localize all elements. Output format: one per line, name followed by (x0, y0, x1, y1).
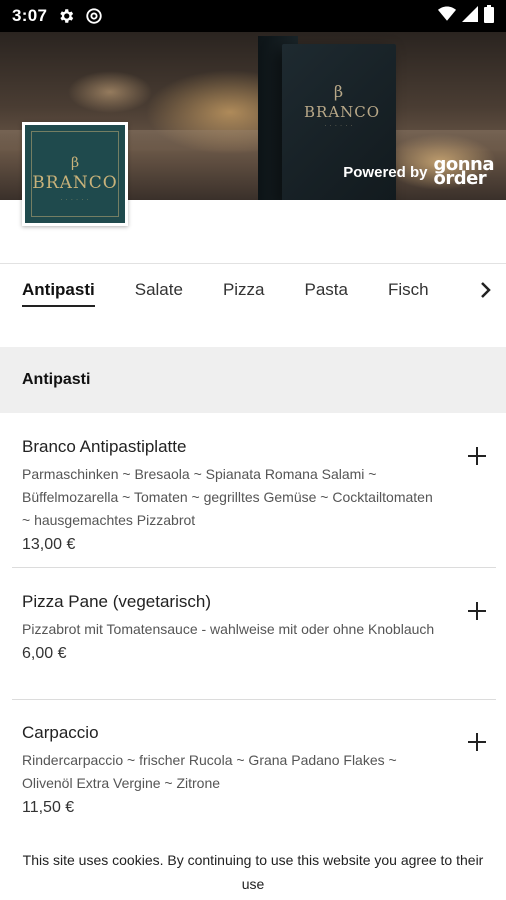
signal-icon (462, 5, 478, 27)
section-header: Antipasti (0, 347, 506, 413)
menu-item[interactable]: Carpaccio Rindercarpaccio ~ frischer Ruc… (12, 723, 496, 823)
add-icon[interactable] (466, 445, 488, 467)
tab-pasta[interactable]: Pasta (305, 280, 348, 304)
item-title: Branco Antipastiplatte (22, 437, 187, 456)
status-indicators (438, 4, 494, 28)
battery-icon (484, 4, 494, 28)
status-bar: 3:07 (0, 0, 506, 32)
item-price: 6,00 € (22, 645, 67, 662)
add-icon[interactable] (466, 600, 488, 622)
item-price: 11,50 € (22, 799, 75, 816)
chevron-right-icon[interactable] (476, 278, 496, 302)
item-description: Pizzabrot mit Tomatensauce - wahlweise m… (22, 621, 435, 637)
powered-by-text: Powered by (343, 163, 428, 181)
add-icon[interactable] (466, 731, 488, 753)
item-price: 13,00 € (22, 536, 76, 553)
menu-item[interactable]: Pizza Pane (vegetarisch) Pizzabrot mit T… (12, 592, 496, 700)
category-tabs: Antipasti Salate Pizza Pasta Fisch (0, 263, 506, 319)
tab-antipasti[interactable]: Antipasti (22, 280, 95, 307)
tab-fisch[interactable]: Fisch (388, 280, 429, 304)
cookie-banner[interactable]: This site uses cookies. By continuing to… (0, 844, 506, 900)
item-description: Rindercarpaccio ~ frischer Rucola ~ Gran… (22, 752, 397, 791)
menu-card-logo: β BRANCO · · · · · · (304, 82, 381, 129)
item-title: Pizza Pane (vegetarisch) (22, 592, 211, 611)
tab-pizza[interactable]: Pizza (223, 280, 265, 304)
status-time: 3:07 (12, 6, 48, 25)
gonnaorder-logo: gonna order (433, 154, 494, 189)
wifi-icon (438, 6, 456, 27)
restaurant-logo-image: β BRANCO · · · · · · (25, 125, 125, 223)
item-description: Parmaschinken ~ Bresaola ~ Spianata Roma… (22, 466, 433, 528)
tab-salate[interactable]: Salate (135, 280, 183, 304)
powered-by-badge: Powered by gonna order (343, 154, 494, 189)
gear-icon (57, 7, 75, 25)
menu-item[interactable]: Branco Antipastiplatte Parmaschinken ~ B… (12, 437, 496, 568)
at-sign-icon (85, 7, 103, 25)
restaurant-logo: β BRANCO · · · · · · (22, 122, 128, 226)
item-title: Carpaccio (22, 723, 99, 742)
logo-mark-icon: β (70, 155, 80, 171)
